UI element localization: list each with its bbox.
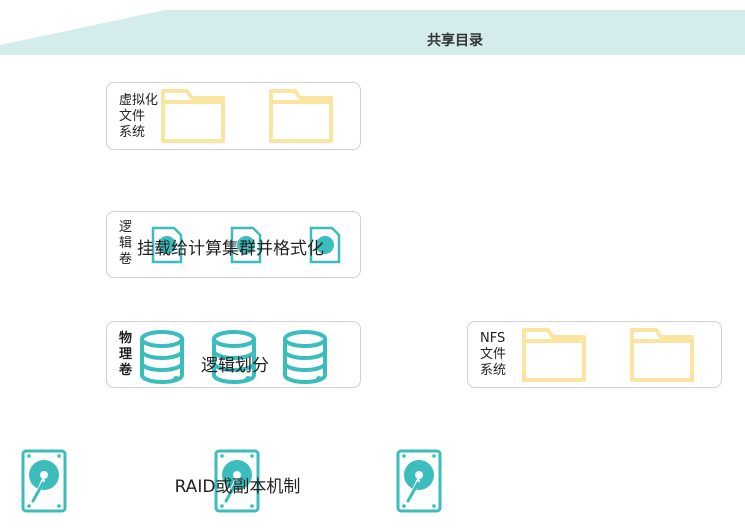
- logical-partition-caption: 逻辑划分: [201, 356, 269, 376]
- label-line: 系统: [119, 125, 146, 140]
- database-icon: [283, 330, 327, 384]
- virtual-fs-label: 虚拟化 文件 系统: [119, 93, 158, 141]
- label-line: NFS: [480, 331, 506, 346]
- physical-volume-label: 物 理 卷: [119, 331, 132, 379]
- label-line: 文件: [119, 109, 146, 124]
- folder-icon: [522, 328, 586, 382]
- nfs-fs-label: NFS 文件 系统: [480, 331, 506, 379]
- folder-icon: [630, 328, 694, 382]
- label-line: 文件: [480, 347, 507, 362]
- raid-caption: RAID或副本机制: [174, 477, 301, 497]
- label-line: 物: [119, 331, 133, 346]
- folder-icon: [161, 89, 225, 143]
- logical-volume-label: 逻 辑 卷: [119, 220, 132, 268]
- label-line: 理: [119, 347, 133, 362]
- banner-title: 共享目录: [427, 33, 483, 49]
- hard-disk-icon: [21, 449, 67, 513]
- label-line: 虚拟化: [119, 93, 159, 108]
- hard-disk-icon: [396, 449, 442, 513]
- label-line: 辑: [119, 236, 133, 251]
- label-line: 卷: [119, 363, 133, 378]
- label-line: 逻: [119, 220, 133, 235]
- database-icon: [140, 330, 184, 384]
- mount-format-caption: 挂载给计算集群并格式化: [137, 239, 324, 259]
- label-line: 卷: [119, 252, 133, 267]
- shared-directory-banner: [0, 10, 745, 55]
- label-line: 系统: [480, 363, 507, 378]
- banner-shape: [0, 10, 745, 55]
- folder-icon: [269, 89, 333, 143]
